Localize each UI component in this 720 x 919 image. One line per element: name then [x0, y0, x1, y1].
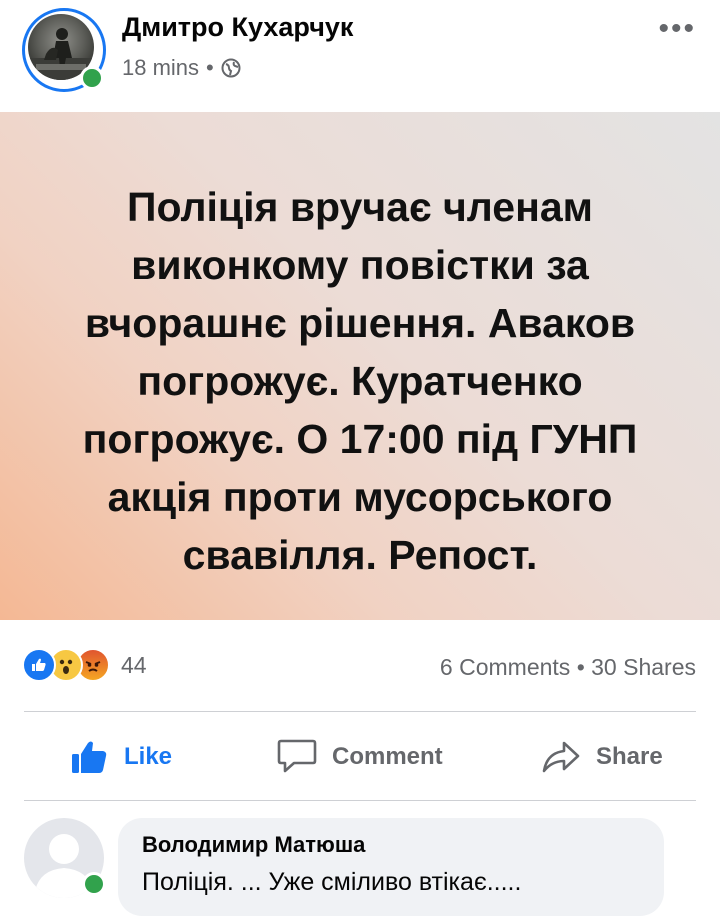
comment-label: Comment — [332, 743, 443, 770]
share-arrow-icon — [542, 741, 580, 773]
stats-separator: • — [576, 654, 585, 680]
divider-top — [24, 711, 696, 712]
thumbs-up-icon — [72, 741, 107, 773]
online-status-dot — [80, 66, 104, 90]
post-text: Поліція вручає членам виконкому повістки… — [82, 184, 638, 578]
comment-bubble-icon — [277, 739, 317, 773]
commenter-name[interactable]: Володимир Матюша — [142, 832, 365, 858]
post-header: Дмитро Кухарчук 18 mins • ••• — [0, 0, 720, 112]
meta-separator: • — [206, 55, 214, 80]
author-name[interactable]: Дмитро Кухарчук — [122, 12, 353, 43]
post-meta: 18 mins • — [122, 55, 241, 81]
author-avatar[interactable] — [22, 8, 106, 92]
comments-count[interactable]: 6 Comments — [440, 654, 570, 680]
shares-count[interactable]: 30 Shares — [591, 654, 696, 680]
more-options-icon[interactable]: ••• — [658, 12, 696, 46]
like-button[interactable]: Like — [70, 730, 172, 784]
share-button[interactable]: Share — [540, 730, 663, 784]
like-reaction-icon — [22, 648, 56, 682]
like-label: Like — [124, 743, 173, 770]
reactions-summary[interactable]: 44 — [22, 648, 147, 682]
comment-bubble[interactable]: Володимир Матюша Поліція. ... Уже смілив… — [118, 818, 664, 916]
post-timestamp[interactable]: 18 mins — [122, 55, 199, 81]
divider-bottom — [24, 800, 696, 801]
post-stats: 6 Comments • 30 Shares — [440, 654, 696, 681]
comment-button[interactable]: Comment — [276, 730, 443, 784]
commenter-online-dot — [82, 872, 106, 896]
globe-icon[interactable] — [221, 58, 241, 78]
comment-text: Поліція. ... Уже сміливо втікає..... — [142, 868, 522, 896]
share-label: Share — [596, 743, 663, 770]
reaction-count: 44 — [121, 651, 147, 678]
